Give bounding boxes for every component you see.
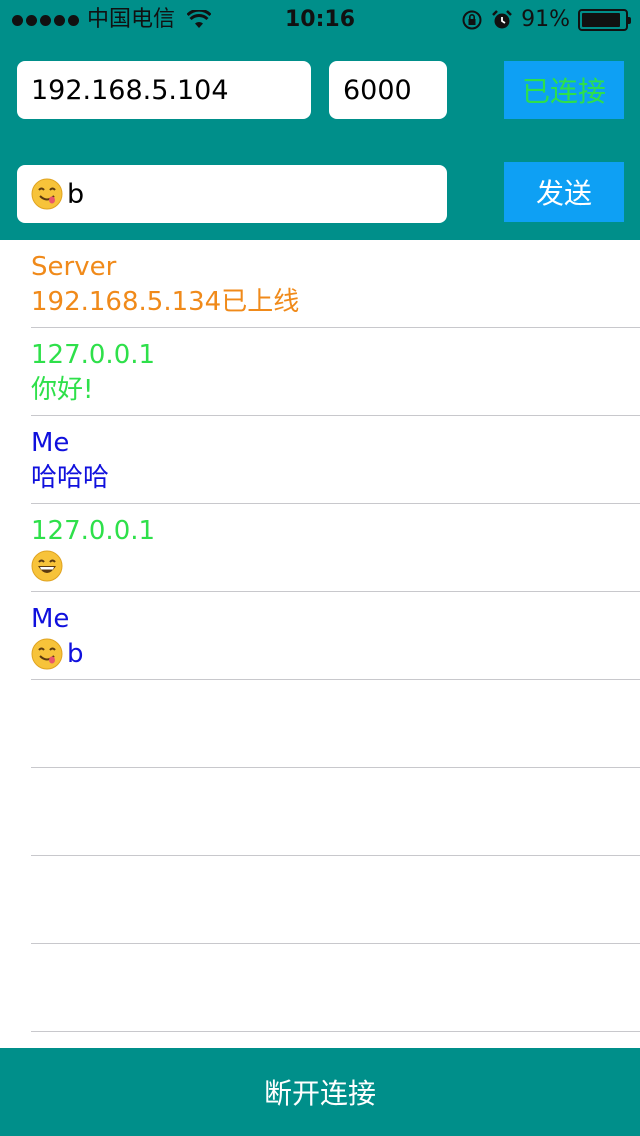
message-text: 哈哈哈 (31, 463, 110, 493)
message-text: b (67, 639, 84, 669)
grin-face-icon (31, 550, 63, 582)
message-sender: 127.0.0.1 (31, 340, 156, 370)
empty-row (0, 680, 640, 768)
disconnect-label: 断开连接 (263, 1077, 376, 1110)
yum-face-icon (31, 178, 63, 210)
empty-row (0, 768, 640, 856)
empty-row (0, 856, 640, 944)
status-right: 91% (461, 6, 631, 34)
message-sender: Me (31, 604, 70, 634)
battery-icon (578, 9, 631, 31)
chat-row: Server 192.168.5.134已上线 (0, 240, 640, 328)
chat-list[interactable]: Server 192.168.5.134已上线 127.0.0.1 你好! Me… (0, 240, 640, 1048)
message-sender: 127.0.0.1 (31, 516, 156, 546)
chat-row: Me b (0, 592, 640, 680)
empty-row (0, 944, 640, 1032)
orientation-lock-icon (462, 10, 482, 30)
message-content: b (31, 638, 84, 670)
chat-row: Me 哈哈哈 (0, 416, 640, 504)
message-input[interactable]: b (17, 165, 447, 223)
message-input-text: b (67, 178, 85, 210)
chat-row: 127.0.0.1 (0, 504, 640, 592)
alarm-icon (492, 10, 512, 29)
message-content (31, 550, 63, 582)
connect-button[interactable]: 已连接 (504, 61, 624, 119)
header-panel: 中国电信 10:16 91% 已连接 (0, 0, 640, 240)
chat-row: 127.0.0.1 你好! (0, 328, 640, 416)
row-divider (31, 1031, 640, 1032)
yum-face-icon (31, 638, 63, 670)
message-text: 192.168.5.134已上线 (31, 287, 300, 317)
message-sender: Server (31, 252, 117, 282)
message-text: 你好! (31, 375, 94, 405)
disconnect-button[interactable]: 断开连接 (0, 1048, 640, 1136)
message-sender: Me (31, 428, 70, 458)
battery-percent: 91% (521, 7, 570, 32)
port-input[interactable] (329, 61, 447, 119)
send-button[interactable]: 发送 (504, 162, 624, 222)
status-bar: 中国电信 10:16 91% (0, 0, 640, 40)
ip-address-input[interactable] (17, 61, 311, 119)
